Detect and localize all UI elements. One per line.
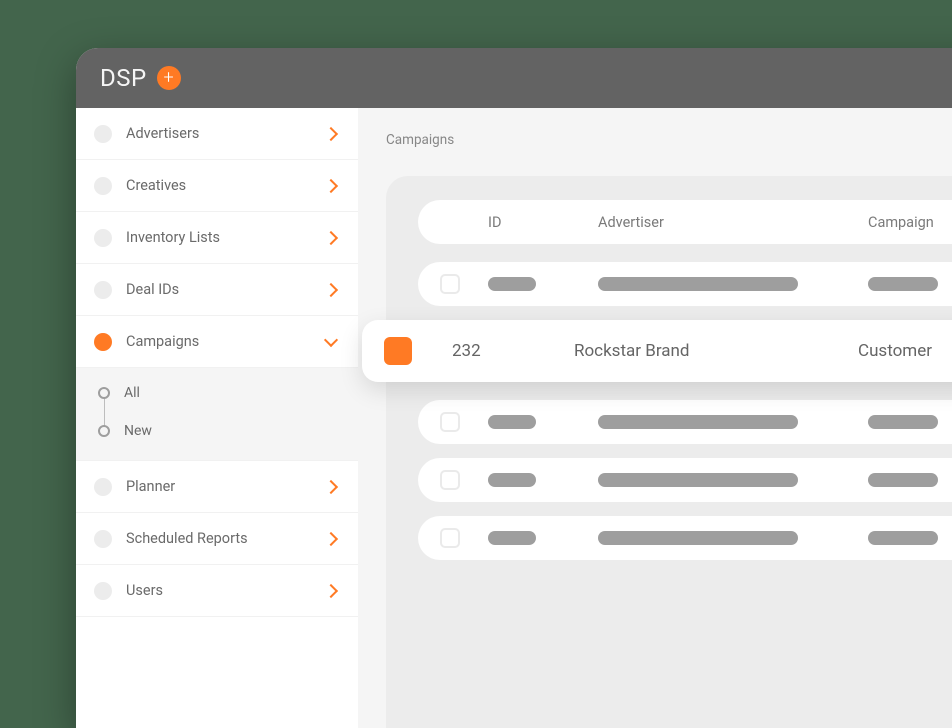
placeholder-pill: [488, 277, 536, 291]
sidebar-item-label: Inventory Lists: [126, 229, 312, 246]
main-panel: Campaigns ID Advertiser Campaign 232 Ro: [358, 108, 952, 728]
sidebar-item-advertisers[interactable]: Advertisers: [76, 108, 358, 160]
bullet-icon: [94, 125, 112, 143]
sidebar-item-label: Scheduled Reports: [126, 530, 312, 547]
body: Advertisers Creatives Inventory Lists De…: [76, 108, 952, 728]
column-header-id[interactable]: ID: [488, 214, 598, 231]
table-row[interactable]: [418, 516, 952, 560]
row-checkbox[interactable]: [440, 412, 460, 432]
sidebar-subitem-label: New: [124, 423, 152, 439]
bullet-icon: [94, 229, 112, 247]
row-checkbox[interactable]: [440, 528, 460, 548]
chevron-right-icon: [324, 531, 338, 545]
sidebar-item-label: Deal IDs: [126, 281, 312, 298]
sidebar-item-deal-ids[interactable]: Deal IDs: [76, 264, 358, 316]
tree-node-icon: [98, 387, 110, 399]
bullet-icon: [94, 177, 112, 195]
sidebar-item-inventory-lists[interactable]: Inventory Lists: [76, 212, 358, 264]
placeholder-pill: [598, 277, 798, 291]
bullet-icon: [94, 582, 112, 600]
add-button[interactable]: +: [157, 66, 181, 90]
bullet-icon: [94, 478, 112, 496]
placeholder-pill: [868, 277, 938, 291]
placeholder-pill: [598, 531, 798, 545]
sidebar-item-scheduled-reports[interactable]: Scheduled Reports: [76, 513, 358, 565]
plus-icon: +: [164, 69, 174, 87]
cell-campaign: Customer: [858, 341, 952, 361]
row-checkbox-checked[interactable]: [384, 337, 412, 365]
table-row[interactable]: [418, 458, 952, 502]
sidebar: Advertisers Creatives Inventory Lists De…: [76, 108, 358, 728]
placeholder-pill: [488, 531, 536, 545]
chevron-right-icon: [324, 230, 338, 244]
table-row[interactable]: [418, 400, 952, 444]
placeholder-pill: [868, 531, 938, 545]
sidebar-item-label: Users: [126, 582, 312, 599]
chevron-down-icon: [324, 332, 338, 346]
placeholder-pill: [598, 415, 798, 429]
app-window: DSP + Advertisers Creatives Inventory Li…: [76, 48, 952, 728]
sidebar-subgroup-campaigns: All New: [76, 368, 358, 461]
table-header: ID Advertiser Campaign: [418, 200, 952, 244]
bullet-icon: [94, 530, 112, 548]
sidebar-item-campaigns[interactable]: Campaigns: [76, 316, 358, 368]
data-card: ID Advertiser Campaign 232 Rockstar Bran…: [386, 176, 952, 728]
sidebar-item-planner[interactable]: Planner: [76, 461, 358, 513]
placeholder-pill: [488, 473, 536, 487]
chevron-right-icon: [324, 479, 338, 493]
placeholder-pill: [868, 473, 938, 487]
column-header-campaign[interactable]: Campaign: [868, 214, 952, 231]
titlebar: DSP +: [76, 48, 952, 108]
chevron-right-icon: [324, 583, 338, 597]
sidebar-item-label: Planner: [126, 478, 312, 495]
row-checkbox[interactable]: [440, 274, 460, 294]
placeholder-pill: [598, 473, 798, 487]
chevron-right-icon: [324, 126, 338, 140]
sidebar-subitem-label: All: [124, 385, 140, 401]
table-row-highlighted[interactable]: 232 Rockstar Brand Customer: [362, 320, 952, 382]
cell-advertiser: Rockstar Brand: [574, 341, 858, 361]
sidebar-item-users[interactable]: Users: [76, 565, 358, 617]
sidebar-subitem-all[interactable]: All: [76, 374, 358, 412]
column-header-advertiser[interactable]: Advertiser: [598, 214, 868, 231]
table-row[interactable]: [418, 262, 952, 306]
sidebar-subitem-new[interactable]: New: [76, 412, 358, 450]
cell-id: 232: [452, 341, 574, 361]
chevron-right-icon: [324, 282, 338, 296]
chevron-right-icon: [324, 178, 338, 192]
app-title: DSP: [100, 64, 147, 92]
placeholder-pill: [488, 415, 536, 429]
sidebar-item-label: Campaigns: [126, 333, 312, 350]
row-checkbox[interactable]: [440, 470, 460, 490]
bullet-icon: [94, 333, 112, 351]
sidebar-item-label: Creatives: [126, 177, 312, 194]
bullet-icon: [94, 281, 112, 299]
tree-node-icon: [98, 425, 110, 437]
sidebar-item-label: Advertisers: [126, 125, 312, 142]
placeholder-pill: [868, 415, 938, 429]
breadcrumb: Campaigns: [386, 132, 952, 148]
sidebar-item-creatives[interactable]: Creatives: [76, 160, 358, 212]
